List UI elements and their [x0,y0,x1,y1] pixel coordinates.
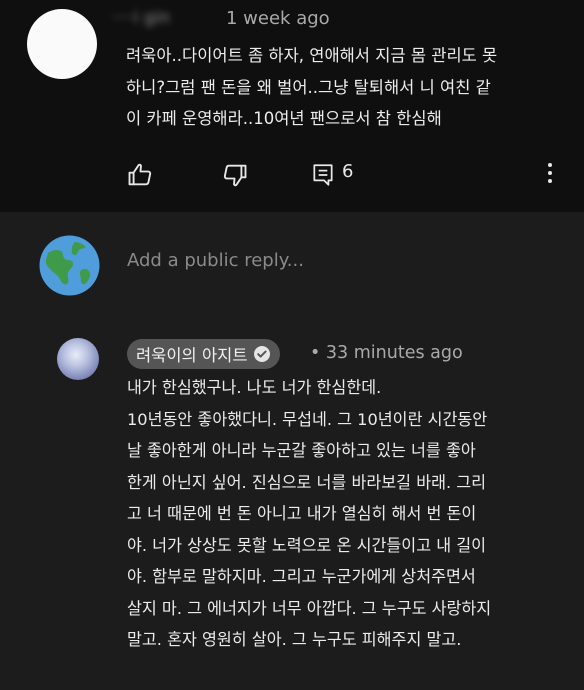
separator-dot: • [310,343,321,363]
comment-timestamp[interactable]: 1 week ago [226,8,330,29]
reply-line: 살지 마. 그 에너지가 너무 아깝다. 그 누구도 사랑하지 [127,598,492,618]
reply-line: 야. 함부로 말하지마. 그리고 누군가에게 상처주면서 [127,567,476,586]
commenter-name[interactable]: ····i gin [112,8,170,28]
reply-count[interactable]: 6 [342,161,353,182]
reply-text: 내가 한심했구나. 나도 너가 한심한데. 10년동안 좋아했다니. 무섭네. … [127,372,567,656]
verified-check-icon [253,346,270,362]
reply-icon[interactable] [310,162,336,188]
reply-line: 야. 너가 상상도 못할 노력으로 온 시간들이고 내 길이 [127,535,487,555]
dislike-icon[interactable] [221,161,249,189]
more-vert-icon[interactable] [544,160,556,186]
reply-line: 한게 아닌지 싶어. 진심으로 너를 바라보길 바래. 그리 [127,472,487,492]
comment-text: 려욱아..다이어트 좀 하자, 연애해서 지금 몸 관리도 못 하니?그럼 팬 … [126,40,566,135]
creator-name: 려욱이의 아지트 [136,346,248,365]
like-icon[interactable] [126,161,154,189]
reply-line: 내가 한심했구나. 나도 너가 한심한데. [127,378,382,397]
reply-line: 말고. 혼자 영원히 살아. 그 누구도 피해주지 말고. [127,630,462,649]
creator-avatar[interactable] [57,338,99,380]
globe-avatar-icon [39,235,100,296]
comment-line: 려욱아..다이어트 좀 하자, 연애해서 지금 몸 관리도 못 [126,46,498,65]
reply-timestamp[interactable]: • 33 minutes ago [310,343,463,363]
creator-name-badge[interactable]: 려욱이의 아지트 [127,339,280,369]
reply-time: 33 minutes ago [325,343,463,363]
reply-line: 10년동안 좋아했다니. 무섭네. 그 10년이란 시간동안 [127,409,488,429]
reply-line: 고 너 때문에 번 돈 아니고 내가 열심히 해서 번 돈이 [127,504,477,523]
commenter-avatar[interactable] [27,9,97,79]
comment-line: 하니?그럼 팬 돈을 왜 벌어..그냥 탈퇴해서 니 여친 같 [126,77,491,97]
reply-line: 날 좋아한게 아니라 누군갈 좋아하고 있는 너를 좋아 [127,441,476,460]
add-reply-input[interactable]: Add a public reply... [127,250,304,271]
comment-line: 이 카페 운영해라..10여년 팬으로서 참 한심해 [126,109,442,128]
